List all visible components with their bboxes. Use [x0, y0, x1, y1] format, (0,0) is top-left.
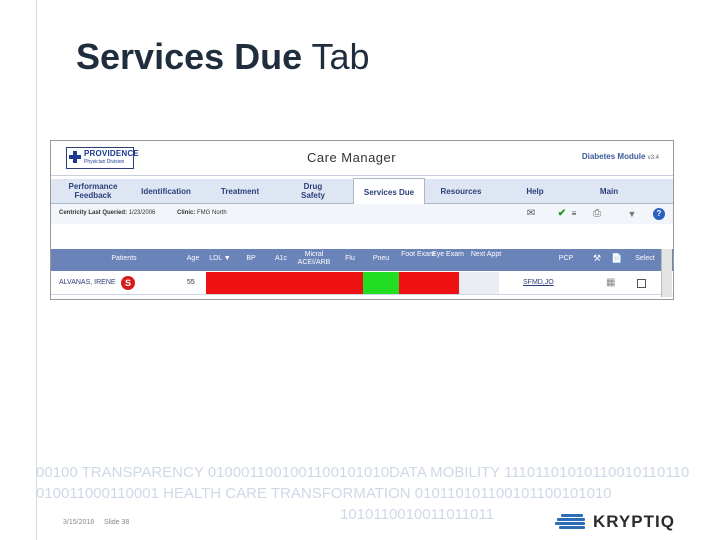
- cross-icon: [69, 151, 81, 163]
- col-ldl-label: LDL: [209, 255, 222, 262]
- mail-icon[interactable]: ✉: [525, 209, 537, 219]
- criteria-bar: Centricity Last Queried: 1/23/2006 Clini…: [51, 204, 673, 224]
- col-select[interactable]: Select: [631, 255, 659, 263]
- col-age[interactable]: Age: [181, 255, 205, 263]
- select-checkbox[interactable]: [637, 279, 646, 288]
- slide-number: Slide 38: [104, 519, 130, 526]
- status-badge: S: [121, 276, 135, 290]
- clinic-value: FMG North: [197, 210, 227, 216]
- bp-status-cell: [236, 272, 266, 294]
- trash-icon[interactable]: ▦: [606, 277, 615, 288]
- ldl-status-cell: [206, 272, 236, 294]
- care-manager-screenshot: PROVIDENCE Physician Division Care Manag…: [50, 140, 674, 300]
- document-icon[interactable]: 📄: [611, 254, 623, 263]
- module-version: v3.4: [647, 155, 659, 161]
- col-bp[interactable]: BP: [236, 255, 266, 263]
- scrollbar[interactable]: [661, 249, 672, 297]
- clinic-label: Clinic:: [177, 210, 196, 216]
- providence-logo: PROVIDENCE Physician Division: [66, 147, 139, 169]
- eye-exam-status-cell: [431, 272, 459, 294]
- kryptiq-logo: KRYPTIQ: [555, 510, 685, 534]
- foot-exam-status-cell: [399, 272, 431, 294]
- col-pcp[interactable]: PCP: [546, 255, 586, 263]
- binary-line-2: 010011000110001 HEALTH CARE TRANSFORMATI…: [36, 485, 612, 502]
- pcp-link[interactable]: SFMD,JO: [523, 279, 554, 286]
- logo-name: PROVIDENCE: [84, 149, 139, 158]
- last-queried-label: Centricity Last Queried:: [59, 210, 128, 216]
- kryptiq-bars-icon: [555, 514, 587, 530]
- app-header: PROVIDENCE Physician Division Care Manag…: [51, 141, 673, 176]
- tab-identification[interactable]: Identification: [131, 179, 201, 203]
- patient-age: 55: [187, 279, 195, 286]
- col-next-appt[interactable]: Next Appt: [469, 251, 503, 259]
- a1c-status-cell: [266, 272, 296, 294]
- checkmark-icon[interactable]: ✔: [556, 209, 568, 219]
- col-foot-exam[interactable]: Foot Exam: [401, 251, 435, 259]
- table-row: ALVANAS, IRENE S 55 SFMD,JO ▦: [51, 272, 673, 295]
- col-flu[interactable]: Flu: [336, 255, 364, 263]
- table-header: Patients Age LDL ▼ BP A1c Micral ACEI/AR…: [51, 249, 673, 271]
- col-eye-exam[interactable]: Eye Exam: [431, 251, 465, 259]
- tab-main[interactable]: Main: [579, 179, 639, 203]
- tab-treatment[interactable]: Treatment: [203, 179, 277, 203]
- micral-status-cell: [296, 272, 331, 294]
- slide-left-rule: [36, 0, 37, 540]
- app-title: Care Manager: [307, 150, 397, 165]
- slide-title: Services Due Tab: [76, 36, 370, 78]
- kryptiq-wordmark: KRYPTIQ: [593, 512, 675, 531]
- patient-name[interactable]: ALVANAS, IRENE: [59, 279, 116, 286]
- flu-status-cell: [331, 272, 363, 294]
- tab-resources[interactable]: Resources: [429, 179, 493, 203]
- wrench-icon[interactable]: ⚒: [591, 254, 603, 263]
- printer-icon[interactable]: ⎙: [591, 209, 603, 219]
- list-icon[interactable]: ≡: [568, 209, 580, 219]
- col-pneu[interactable]: Pneu: [364, 255, 398, 263]
- tab-drug-safety[interactable]: Drug Safety: [291, 179, 335, 203]
- col-micral[interactable]: Micral ACEI/ARB: [296, 251, 332, 267]
- pneu-status-cell: [363, 272, 399, 294]
- slide-title-bold: Services Due: [76, 36, 303, 77]
- last-queried: Centricity Last Queried: 1/23/2006: [59, 210, 155, 216]
- filter-icon[interactable]: ▼: [626, 209, 638, 219]
- help-icon[interactable]: ?: [653, 208, 665, 220]
- module-label: Diabetes Module: [581, 152, 646, 161]
- tab-services-due[interactable]: Services Due: [353, 178, 425, 205]
- tab-help[interactable]: Help: [505, 179, 565, 203]
- tab-bar: Performance Feedback Identification Trea…: [51, 178, 673, 205]
- tab-performance-feedback[interactable]: Performance Feedback: [57, 179, 129, 203]
- slide-date: 3/15/2018: [63, 519, 95, 526]
- clinic: Clinic: FMG North: [177, 210, 227, 216]
- module-name: Diabetes Module v3.4: [582, 152, 659, 161]
- col-a1c[interactable]: A1c: [266, 255, 296, 263]
- last-queried-value: 1/23/2006: [128, 210, 156, 216]
- slide-title-rest: Tab: [302, 36, 370, 77]
- logo-subtitle: Physician Division: [84, 159, 125, 165]
- col-patients[interactable]: Patients: [89, 255, 159, 263]
- binary-line-1: 00100 TRANSPARENCY 010001100100110010101…: [36, 464, 690, 481]
- col-ldl[interactable]: LDL ▼: [206, 255, 234, 263]
- next-appt-cell: [459, 272, 499, 294]
